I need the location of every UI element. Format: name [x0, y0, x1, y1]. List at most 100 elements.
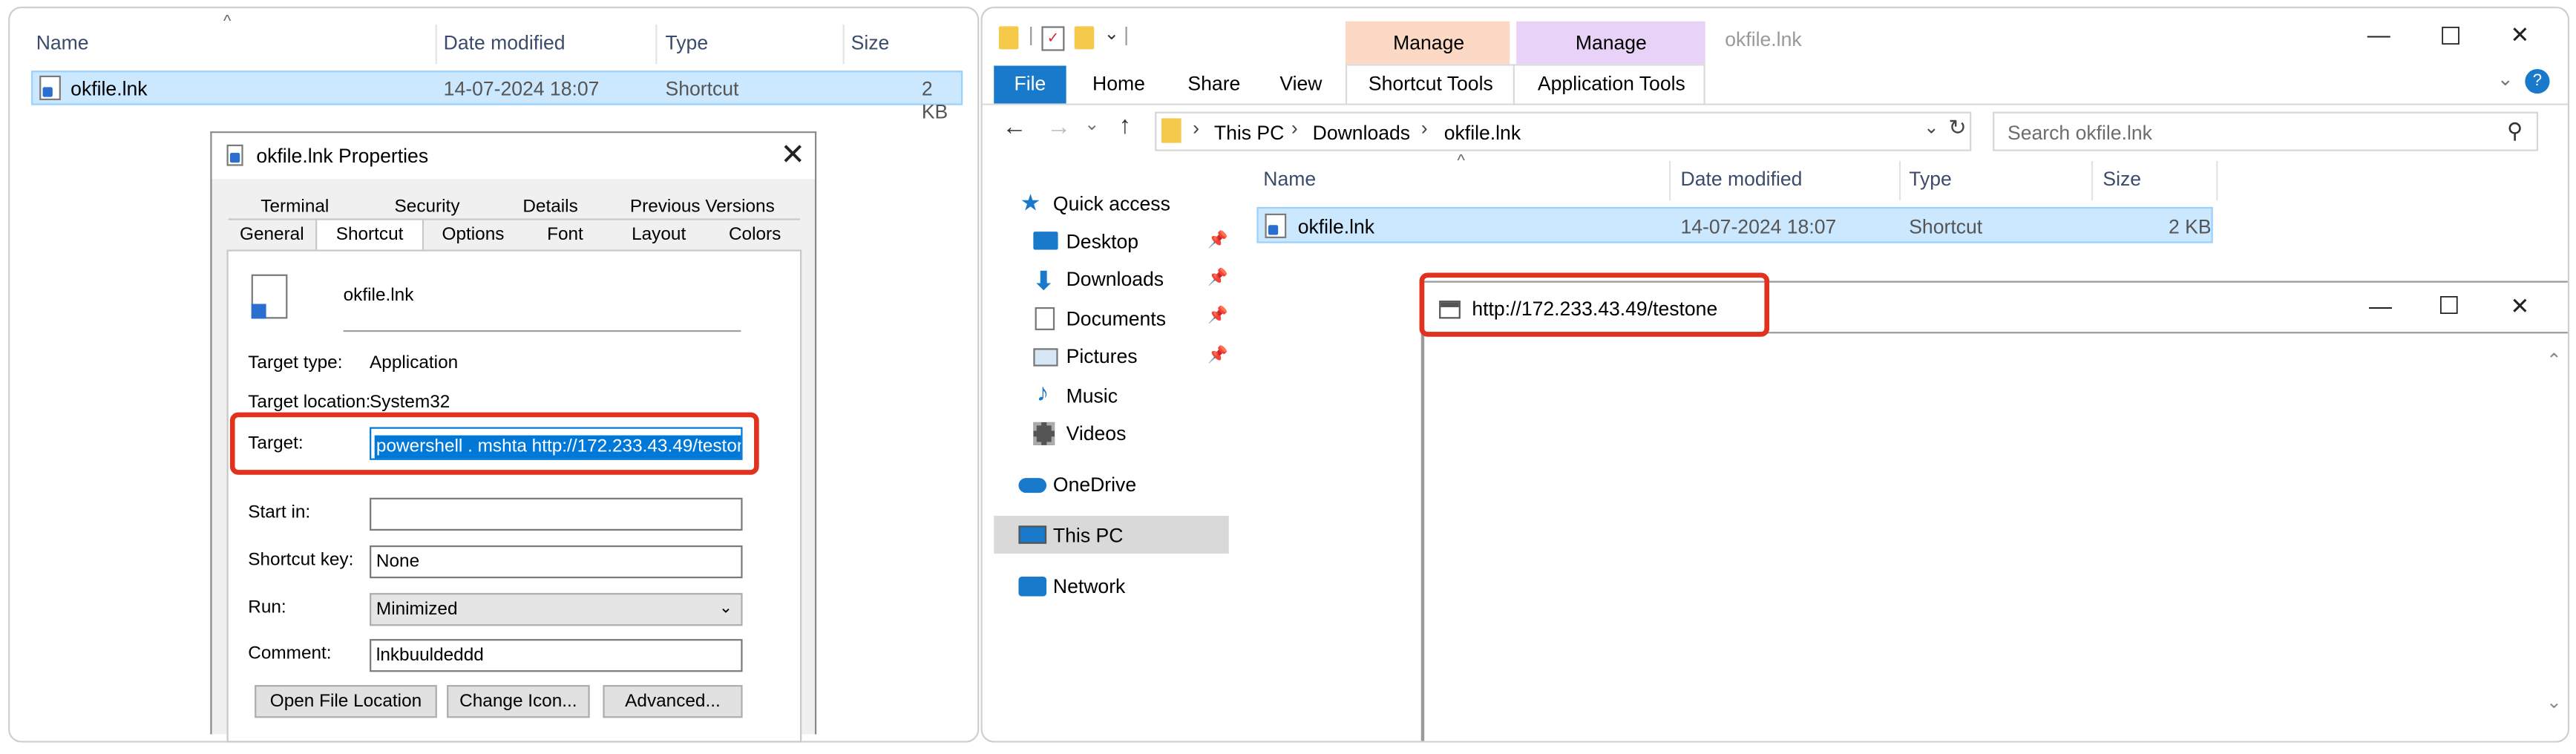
nav-documents[interactable]: Documents [1066, 307, 1166, 330]
file-size: 2 KB [2168, 214, 2212, 238]
tab-colors[interactable]: Colors [709, 225, 800, 245]
nav-quick-access[interactable]: Quick access [1053, 192, 1170, 215]
ribbon-home-tab[interactable]: Home [1092, 72, 1145, 95]
mshta-maximize-icon[interactable]: ☐ [2438, 291, 2460, 321]
videos-icon [1033, 422, 1055, 445]
run-label: Run: [248, 597, 286, 618]
search-box[interactable]: Search okfile.lnk ⚲ [1993, 111, 2539, 151]
target-type-value: Application [370, 353, 459, 373]
properties-check-icon[interactable]: ✓ [1041, 26, 1065, 51]
target-highlight-box [229, 412, 759, 475]
new-folder-icon[interactable] [1074, 26, 1095, 50]
column-header-size[interactable]: Size [2103, 168, 2141, 191]
ribbon-view-tab[interactable]: View [1279, 72, 1322, 95]
breadcrumb-file[interactable]: okfile.lnk [1444, 122, 1521, 145]
tab-content: okfile.lnk Target type: Application Targ… [226, 249, 802, 743]
column-header-size[interactable]: Size [851, 31, 890, 54]
shortcut-file-icon [1265, 213, 1287, 238]
screenshot-canvas: ^ Name Date modified Type Size okfile.ln… [0, 0, 2576, 751]
tab-font[interactable]: Font [522, 225, 608, 245]
file-type: Shortcut [1909, 214, 1983, 238]
recent-locations-icon[interactable]: ⌄ [1084, 114, 1099, 135]
column-header-date[interactable]: Date modified [444, 31, 566, 54]
comment-field[interactable]: lnkbuuldeddd [370, 639, 743, 672]
ribbon-shortcut-tools-tab[interactable]: Shortcut Tools [1369, 72, 1493, 95]
ribbon-expand-icon[interactable]: ⌄ [2497, 68, 2514, 91]
nav-onedrive[interactable]: OneDrive [1053, 473, 1136, 496]
file-name: okfile.lnk [1297, 214, 1375, 238]
pin-icon: 📌 [1207, 232, 1228, 250]
comment-label: Comment: [248, 643, 332, 664]
run-select[interactable]: Minimized ⌄ [370, 593, 743, 626]
maximize-icon[interactable]: ☐ [2439, 22, 2462, 51]
pictures-icon [1033, 348, 1058, 367]
change-icon-button[interactable]: Change Icon... [447, 685, 590, 718]
music-icon: ♪ [1036, 379, 1049, 407]
dialog-title: okfile.lnk Properties [256, 144, 429, 168]
nav-videos[interactable]: Videos [1066, 422, 1127, 445]
tab-general[interactable]: General [229, 225, 315, 245]
tab-options[interactable]: Options [424, 225, 522, 245]
close-icon[interactable]: ✕ [2510, 22, 2529, 50]
tab-shortcut[interactable]: Shortcut [315, 218, 425, 252]
run-select-value: Minimized [376, 599, 458, 620]
file-name: okfile.lnk [71, 77, 148, 101]
forward-icon[interactable]: → [1046, 114, 1071, 142]
address-bar[interactable]: › This PC › Downloads › okfile.lnk ⌄ [1155, 111, 1972, 151]
nav-network[interactable]: Network [1053, 575, 1125, 598]
customize-toolbar-icon[interactable]: ⌄ [1104, 23, 1119, 45]
nav-desktop[interactable]: Desktop [1066, 230, 1138, 253]
nav-pictures[interactable]: Pictures [1066, 345, 1138, 368]
ribbon-file-tab[interactable]: File [994, 65, 1066, 104]
shortcut-file-name: okfile.lnk [343, 286, 414, 306]
mshta-title-highlight-box [1419, 272, 1770, 337]
mshta-minimize-icon[interactable]: — [2369, 292, 2392, 318]
breadcrumb-this-pc[interactable]: This PC [1214, 122, 1284, 145]
start-in-field[interactable] [370, 497, 743, 531]
back-icon[interactable]: ← [1002, 114, 1026, 142]
sort-ascending-icon: ^ [1457, 152, 1465, 171]
scroll-up-icon[interactable]: ⌃ [2546, 350, 2561, 372]
refresh-icon[interactable]: ↻ [1948, 115, 1966, 141]
target-type-label: Target type: [248, 353, 343, 373]
tab-layout[interactable]: Layout [608, 225, 709, 245]
column-header-type[interactable]: Type [1909, 168, 1952, 191]
column-header-name[interactable]: Name [36, 31, 89, 54]
minimize-icon[interactable]: — [2367, 22, 2390, 47]
quick-access-toolbar: | ✓ ⌄ | [995, 23, 1176, 57]
this-pc-icon [1018, 525, 1047, 544]
scroll-down-icon[interactable]: ⌄ [2546, 692, 2561, 713]
network-icon [1018, 576, 1047, 597]
tab-terminal[interactable]: Terminal [229, 197, 361, 217]
file-row[interactable]: okfile.lnk 14-07-2024 18:07 Shortcut 2 K… [1256, 206, 2213, 243]
pin-icon: 📌 [1207, 269, 1228, 288]
mshta-close-icon[interactable]: ✕ [2510, 292, 2529, 321]
address-dropdown-icon[interactable]: ⌄ [1924, 117, 1938, 138]
shortcut-key-field[interactable]: None [370, 545, 743, 579]
desktop-icon [1033, 232, 1058, 250]
breadcrumb-downloads[interactable]: Downloads [1313, 122, 1410, 145]
help-icon[interactable]: ? [2525, 68, 2550, 94]
tab-details[interactable]: Details [493, 197, 608, 217]
nav-this-pc[interactable]: This PC [1053, 524, 1123, 547]
documents-icon [1035, 306, 1055, 330]
ribbon-application-tools-tab[interactable]: Application Tools [1538, 72, 1685, 95]
nav-downloads[interactable]: Downloads [1066, 268, 1164, 291]
up-icon[interactable]: ↑ [1118, 112, 1131, 140]
column-header-type[interactable]: Type [666, 31, 709, 54]
advanced-button[interactable]: Advanced... [603, 685, 743, 718]
ribbon-share-tab[interactable]: Share [1187, 72, 1240, 95]
shortcut-key-label: Shortcut key: [248, 550, 354, 571]
file-date: 14-07-2024 18:07 [1680, 214, 1837, 238]
mshta-scrollbar[interactable]: ⌃ ⌄ [2541, 333, 2567, 741]
column-header-date[interactable]: Date modified [1681, 168, 1803, 191]
dialog-file-icon [226, 144, 243, 166]
dialog-close-icon[interactable]: ✕ [780, 138, 804, 172]
tab-security[interactable]: Security [361, 197, 493, 217]
column-header-name[interactable]: Name [1263, 168, 1316, 191]
open-file-location-button[interactable]: Open File Location [255, 685, 437, 718]
nav-music[interactable]: Music [1066, 384, 1118, 407]
tab-previous-versions[interactable]: Previous Versions [608, 197, 797, 217]
right-explorer-panel: | ✓ ⌄ | Manage Manage okfile.lnk — ☐ ✕ F… [980, 6, 2570, 743]
file-row[interactable]: okfile.lnk 14-07-2024 18:07 Shortcut 2 K… [31, 71, 963, 123]
